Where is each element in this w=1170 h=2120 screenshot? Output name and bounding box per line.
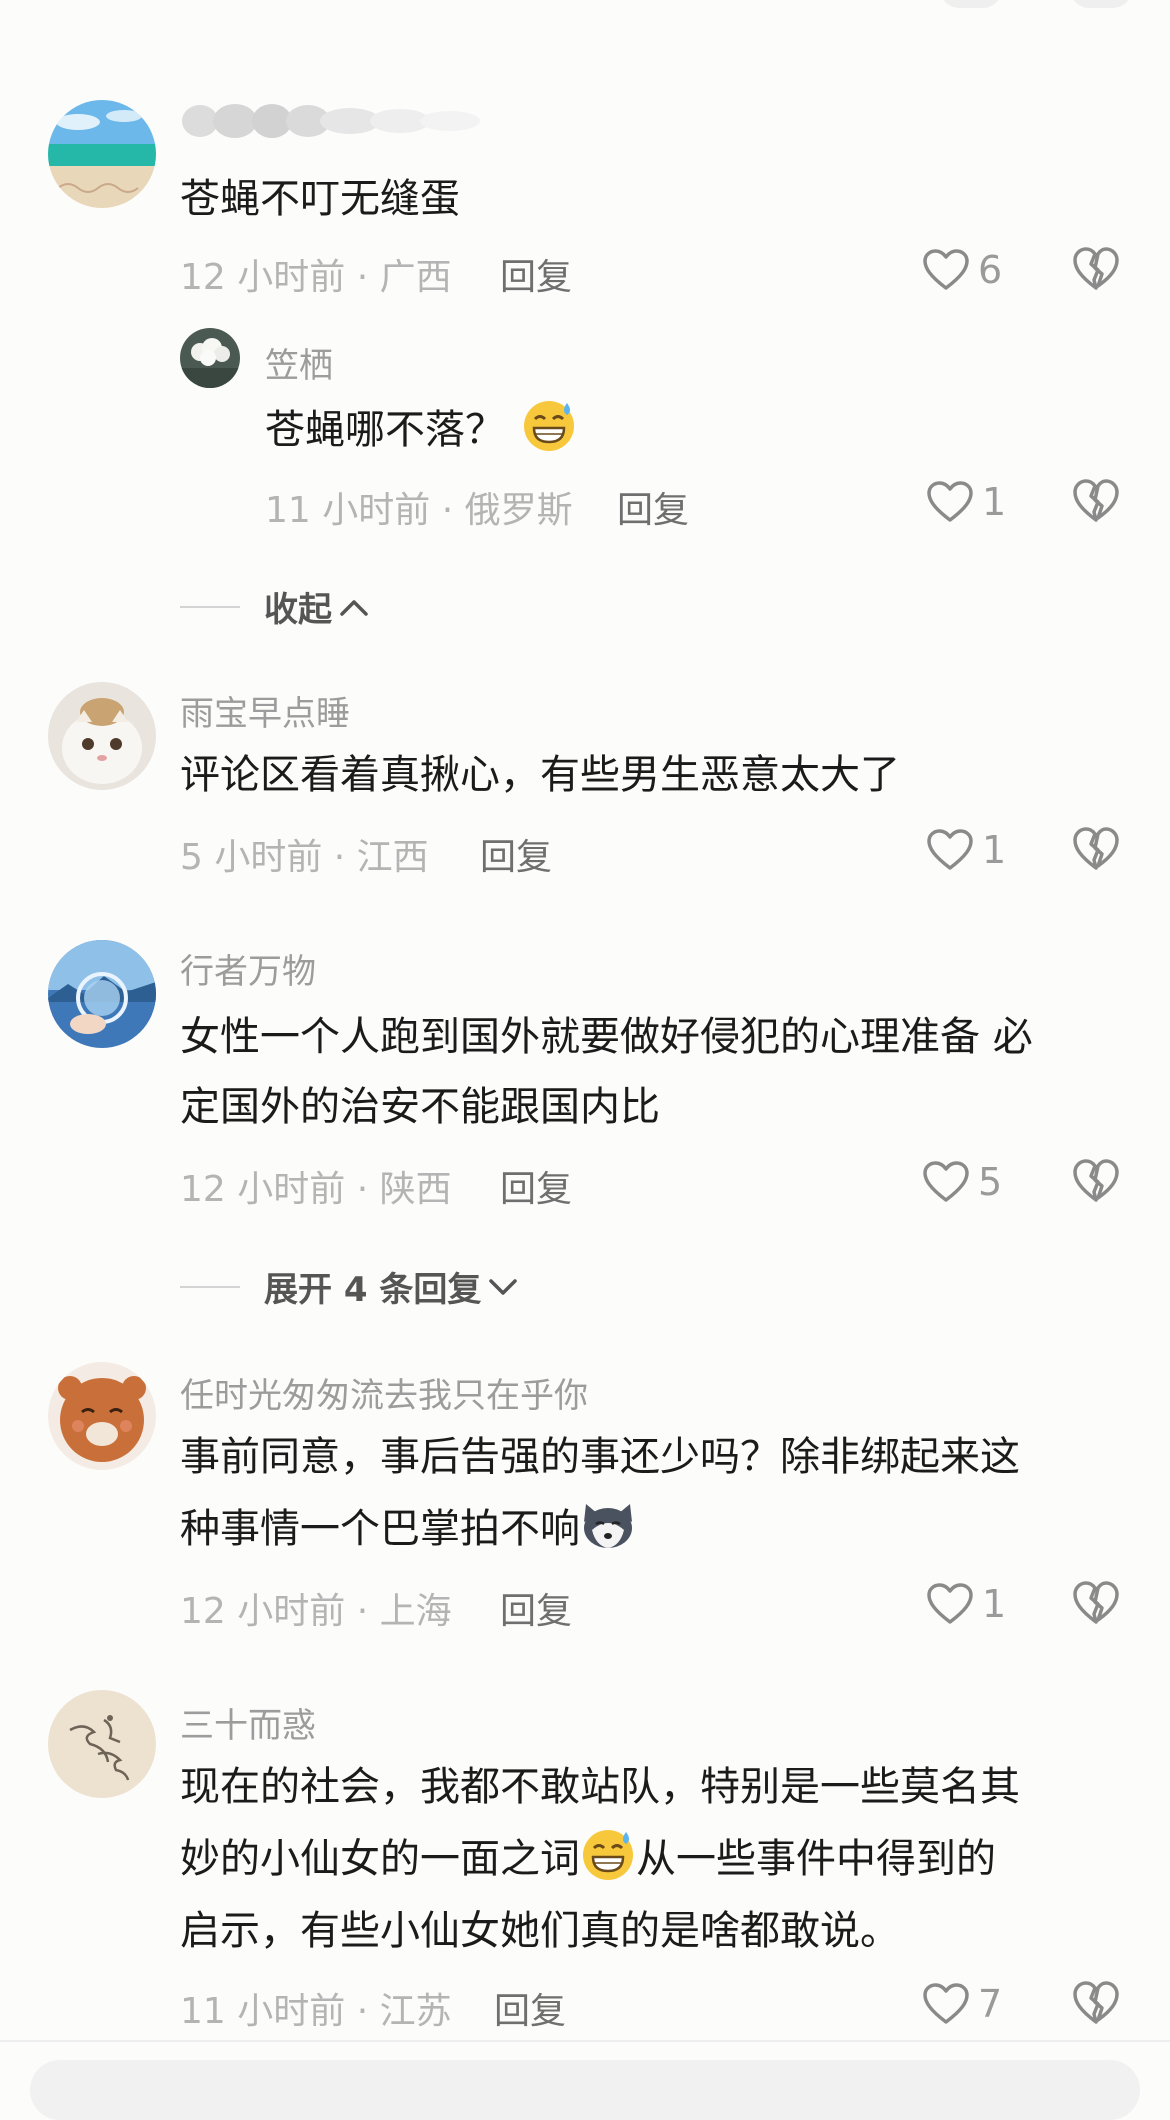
comment-meta: 12 小时前 · 上海 <box>180 1591 452 1632</box>
heart-outline-icon <box>922 1160 970 1204</box>
like-count: 6 <box>978 248 1003 292</box>
chevron-down-icon <box>489 1278 518 1295</box>
avatar[interactable] <box>48 682 156 790</box>
broken-heart-icon <box>1073 827 1119 870</box>
heart-outline-icon <box>926 480 974 524</box>
husky-emoji <box>580 1496 636 1552</box>
comment-meta: 5 小时前 · 江西 <box>180 837 429 878</box>
comment-text-line: 种事情一个巴掌拍不响 <box>180 1494 636 1564</box>
broken-heart-icon <box>1073 1581 1119 1624</box>
like-button[interactable]: 1 <box>926 1582 1006 1626</box>
like-count: 5 <box>978 1160 1003 1204</box>
heart-outline-icon <box>922 248 970 292</box>
broken-heart-icon <box>1073 1159 1119 1202</box>
comment-meta: 12 小时前 · 陕西 <box>180 1169 452 1210</box>
avatar[interactable] <box>48 940 156 1048</box>
divider <box>180 1285 240 1288</box>
heart-outline-icon <box>922 1982 970 2026</box>
reply-button[interactable]: 回复 <box>500 1160 572 1212</box>
avatar[interactable] <box>180 328 240 388</box>
comment-text: 苍蝇不叮无缝蛋 <box>180 176 460 222</box>
comment-text: 评论区看着真揪心，有些男生恶意太大了 <box>180 752 900 798</box>
blurred-username <box>180 100 500 142</box>
avatar[interactable] <box>48 100 156 208</box>
like-count: 1 <box>982 1582 1007 1626</box>
divider <box>180 605 240 608</box>
comment-meta: 12 小时前 · 广西 <box>180 257 452 298</box>
avatar[interactable] <box>48 1690 156 1798</box>
reply-button[interactable]: 回复 <box>617 481 689 533</box>
dislike-button[interactable] <box>1072 246 1120 292</box>
reply-button[interactable]: 回复 <box>500 1582 572 1634</box>
heart-outline-icon <box>926 828 974 872</box>
username[interactable]: 雨宝早点睡 <box>180 686 350 735</box>
username[interactable]: 笠栖 <box>265 338 333 387</box>
reply-meta: 11 小时前 · 俄罗斯 <box>265 490 573 531</box>
reply-button[interactable]: 回复 <box>494 1982 566 2034</box>
comment-text-line: 女性一个人跑到国外就要做好侵犯的心理准备 必 <box>180 1014 1033 1060</box>
collapse-replies-button[interactable]: 收起 <box>180 582 370 631</box>
like-count: 1 <box>982 828 1007 872</box>
dislike-button[interactable] <box>1072 1580 1120 1626</box>
like-button[interactable]: 1 <box>926 480 1006 524</box>
grin-sweat-emoji <box>580 1826 636 1882</box>
comment-text-line: 启示，有些小仙女她们真的是啥都敢说。 <box>180 1908 900 1954</box>
dislike-button[interactable] <box>1072 1158 1120 1204</box>
username[interactable]: 任时光匆匆流去我只在乎你 <box>180 1368 588 1417</box>
like-button[interactable]: 1 <box>926 828 1006 872</box>
comment-text-line: 事前同意，事后告强的事还少吗？除非绑起来这 <box>180 1434 1020 1480</box>
expand-replies-button[interactable]: 展开 4 条回复 <box>180 1262 519 1311</box>
like-button[interactable]: 7 <box>922 1982 1002 2026</box>
reply-button[interactable]: 回复 <box>480 828 552 880</box>
bottom-divider <box>0 2040 1170 2042</box>
top-button-partial[interactable] <box>940 0 1002 8</box>
dislike-button[interactable] <box>1072 826 1120 872</box>
comment-text-line: 妙的小仙女的一面之词 从一些事件中得到的 <box>180 1824 996 1894</box>
like-count: 7 <box>978 1982 1003 2026</box>
dislike-button[interactable] <box>1072 478 1120 524</box>
heart-outline-icon <box>926 1582 974 1626</box>
broken-heart-icon <box>1073 247 1119 290</box>
chevron-up-icon <box>340 599 368 616</box>
broken-heart-icon <box>1073 1981 1119 2024</box>
username[interactable]: 三十而惑 <box>180 1698 316 1747</box>
reply-text: 苍蝇哪不落？ <box>265 395 577 465</box>
dislike-button[interactable] <box>1072 1980 1120 2026</box>
username[interactable]: 行者万物 <box>180 944 316 993</box>
like-button[interactable]: 6 <box>922 248 1002 292</box>
like-count: 1 <box>982 480 1007 524</box>
comment-text-line: 定国外的治安不能跟国内比 <box>180 1084 660 1130</box>
avatar[interactable] <box>48 1362 156 1470</box>
comment-input-bar[interactable] <box>30 2060 1140 2120</box>
comment-meta: 11 小时前 · 江苏 <box>180 1991 452 2032</box>
top-button-partial[interactable] <box>1070 0 1132 8</box>
like-button[interactable]: 5 <box>922 1160 1002 1204</box>
broken-heart-icon <box>1073 479 1119 522</box>
reply-button[interactable]: 回复 <box>500 248 572 300</box>
comment-text-line: 现在的社会，我都不敢站队，特别是一些莫名其 <box>180 1764 1020 1810</box>
grin-sweat-emoji <box>521 397 577 453</box>
